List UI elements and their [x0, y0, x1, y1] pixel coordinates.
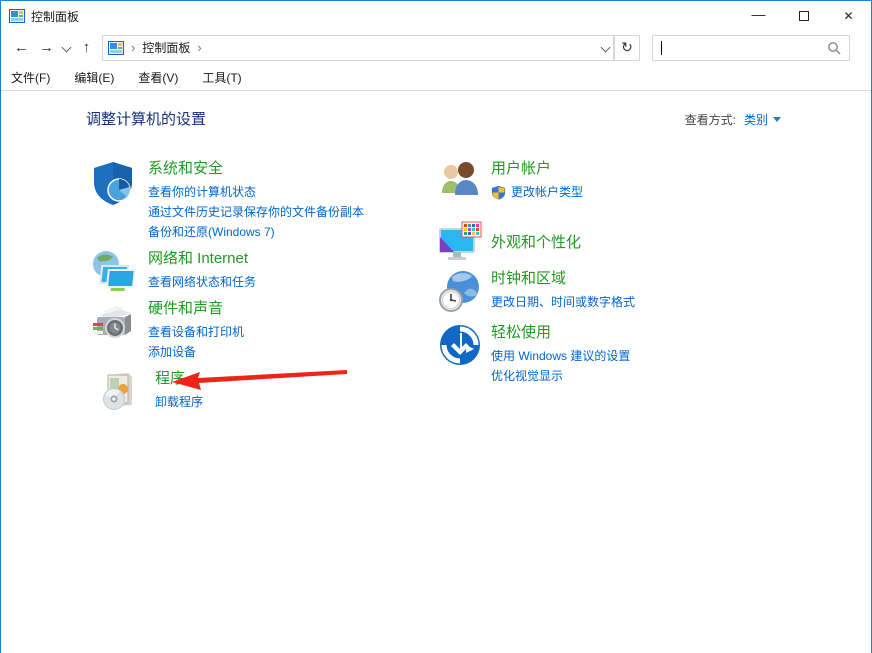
link-file-history-backup[interactable]: 通过文件历史记录保存你的文件备份副本 [148, 202, 364, 222]
link-check-computer-status[interactable]: 查看你的计算机状态 [148, 182, 364, 202]
category-title-appearance[interactable]: 外观和个性化 [491, 233, 581, 253]
up-button[interactable]: ↑ [74, 35, 99, 61]
recent-pages-dropdown[interactable] [59, 35, 74, 61]
dropdown-triangle-icon[interactable] [773, 117, 781, 122]
chevron-down-icon [62, 43, 72, 53]
link-change-account-type[interactable]: 更改帐户类型 [491, 182, 583, 202]
category-title-programs[interactable]: 程序 [155, 369, 203, 389]
title-bar: 控制面板 — ✕ [1, 1, 871, 31]
breadcrumb-chevron: › [131, 40, 135, 55]
breadcrumb-chevron[interactable]: › [197, 40, 201, 55]
window-title: 控制面板 [31, 8, 736, 25]
shield-security-icon[interactable] [89, 159, 137, 207]
category-programs: 程序 卸载程序 [96, 369, 203, 417]
view-by-label: 查看方式: [685, 111, 736, 128]
link-backup-restore-win7[interactable]: 备份和还原(Windows 7) [148, 222, 364, 242]
clock-globe-icon[interactable] [438, 269, 482, 313]
control-panel-icon [9, 8, 25, 24]
category-network-internet: 网络和 Internet 查看网络状态和任务 [89, 249, 256, 297]
menu-view[interactable]: 查看(V) [138, 69, 178, 86]
appearance-monitor-icon[interactable] [438, 221, 482, 265]
minimize-button[interactable]: — [736, 1, 781, 31]
category-system-security: 系统和安全 查看你的计算机状态 通过文件历史记录保存你的文件备份副本 备份和还原… [89, 159, 364, 242]
link-optimize-visual-display[interactable]: 优化视觉显示 [491, 366, 630, 386]
link-view-network-status[interactable]: 查看网络状态和任务 [148, 272, 256, 292]
address-history-dropdown[interactable] [598, 35, 613, 61]
category-user-accounts: 用户帐户 更改帐户类型 [438, 159, 583, 203]
category-appearance-personalization: 外观和个性化 [438, 221, 581, 265]
printer-sound-icon[interactable] [89, 299, 137, 347]
chevron-down-icon [601, 43, 611, 53]
category-title-user-accounts[interactable]: 用户帐户 [491, 159, 583, 179]
search-input[interactable] [652, 35, 850, 61]
view-by-value[interactable]: 类别 [744, 111, 768, 128]
control-panel-window: { "window": { "title": "控制面板", "minimize… [0, 0, 872, 653]
uac-shield-icon [491, 185, 506, 200]
menu-tools[interactable]: 工具(T) [202, 69, 241, 86]
search-icon [827, 41, 841, 55]
link-add-device[interactable]: 添加设备 [148, 342, 244, 362]
link-view-devices-printers[interactable]: 查看设备和打印机 [148, 322, 244, 342]
control-panel-small-icon [108, 40, 124, 56]
link-windows-suggested-settings[interactable]: 使用 Windows 建议的设置 [491, 346, 630, 366]
navigation-bar: ← → ↑ › 控制面板 › ↻ [1, 31, 871, 64]
category-hardware-sound: 硬件和声音 查看设备和打印机 添加设备 [89, 299, 244, 362]
forward-button[interactable]: → [34, 35, 59, 61]
text-caret [661, 41, 662, 55]
view-by-control: 查看方式: 类别 [685, 111, 781, 128]
link-uninstall-program[interactable]: 卸载程序 [155, 392, 203, 412]
category-ease-of-access: 轻松使用 使用 Windows 建议的设置 优化视觉显示 [438, 323, 630, 386]
refresh-button[interactable]: ↻ [614, 35, 640, 61]
category-title-ease-of-access[interactable]: 轻松使用 [491, 323, 630, 343]
category-title-network-internet[interactable]: 网络和 Internet [148, 249, 256, 269]
back-button[interactable]: ← [9, 35, 34, 61]
content-area: 调整计算机的设置 查看方式: 类别 系统和安全 查看你的计算机状态 通过文件历史… [1, 91, 871, 653]
category-title-clock-region[interactable]: 时钟和区域 [491, 269, 635, 289]
ease-of-access-icon[interactable] [438, 323, 482, 367]
category-title-system-security[interactable]: 系统和安全 [148, 159, 364, 179]
link-change-account-type-label: 更改帐户类型 [511, 182, 583, 202]
maximize-button[interactable] [781, 1, 826, 31]
menu-file[interactable]: 文件(F) [11, 69, 50, 86]
menu-bar: 文件(F) 编辑(E) 查看(V) 工具(T) [1, 64, 871, 91]
menu-edit[interactable]: 编辑(E) [74, 69, 114, 86]
link-change-date-time-format[interactable]: 更改日期、时间或数字格式 [491, 292, 635, 312]
network-globe-icon[interactable] [89, 249, 137, 297]
breadcrumb-item[interactable]: 控制面板 [142, 39, 190, 56]
category-clock-region: 时钟和区域 更改日期、时间或数字格式 [438, 269, 635, 313]
category-title-hardware-sound[interactable]: 硬件和声音 [148, 299, 244, 319]
address-bar[interactable]: › 控制面板 › [102, 35, 614, 61]
program-box-cd-icon[interactable] [96, 369, 144, 417]
maximize-icon [799, 11, 809, 21]
user-accounts-icon[interactable] [438, 159, 482, 203]
close-button[interactable]: ✕ [826, 1, 871, 31]
page-title: 调整计算机的设置 [86, 108, 206, 129]
